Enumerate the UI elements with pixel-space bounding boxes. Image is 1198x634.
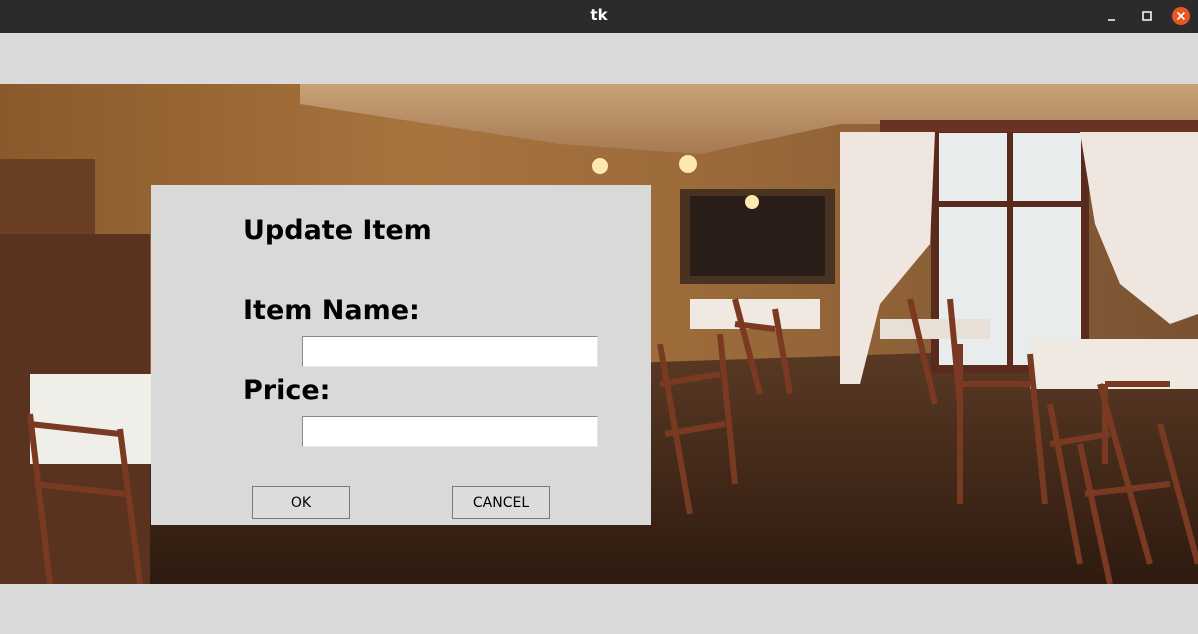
window-titlebar[interactable]: tk [0,0,1198,33]
update-item-dialog: Update Item Item Name: Price: OK CANCEL [151,185,651,525]
minimize-icon[interactable] [1102,6,1122,26]
item-name-label: Item Name: [243,295,420,326]
window-title: tk [590,6,608,24]
cancel-button[interactable]: CANCEL [452,486,550,519]
price-label: Price: [243,375,331,406]
item-name-field[interactable] [302,336,598,367]
dialog-heading: Update Item [243,215,432,246]
maximize-icon[interactable] [1137,6,1157,26]
close-icon[interactable] [1171,6,1191,26]
price-field[interactable] [302,416,598,447]
ok-button[interactable]: OK [252,486,350,519]
